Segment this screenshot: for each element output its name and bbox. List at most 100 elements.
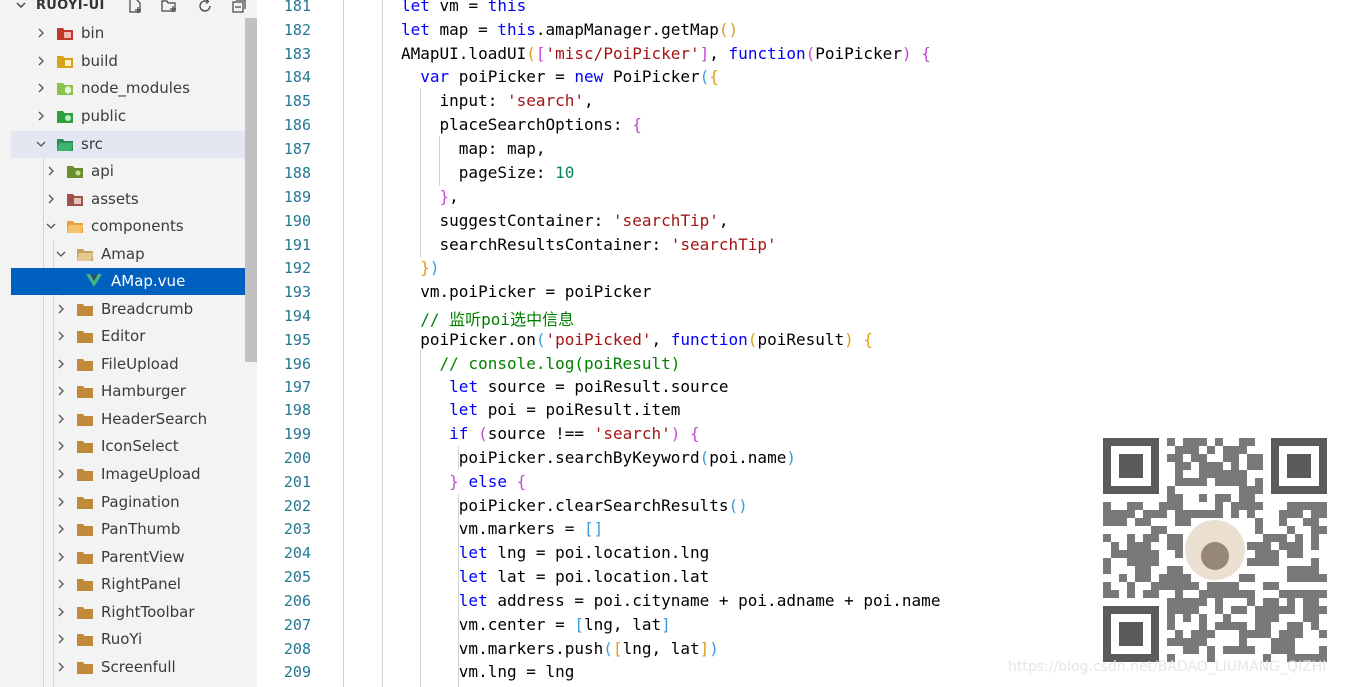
tree-item-panthumb[interactable]: PanThumb	[11, 516, 257, 543]
tree-item-bin[interactable]: bin	[11, 20, 257, 47]
tree-item-headersearch[interactable]: HeaderSearch	[11, 406, 257, 433]
tree-item-label: node_modules	[81, 79, 190, 97]
code-line[interactable]: let map = this.amapManager.getMap()	[401, 20, 738, 39]
code-line[interactable]: // console.log(poiResult)	[401, 354, 681, 373]
code-line[interactable]: searchResultsContainer: 'searchTip'	[401, 235, 777, 254]
tree-item-rightpanel[interactable]: RightPanel	[11, 571, 257, 598]
code-line[interactable]: } else {	[401, 472, 526, 491]
code-line[interactable]: vm.lng = lng	[401, 662, 575, 681]
folder-icon	[77, 634, 93, 646]
tree-item-hamburger[interactable]: Hamburger	[11, 378, 257, 405]
tree-item-imageupload[interactable]: ImageUpload	[11, 461, 257, 488]
code-line[interactable]: input: 'search',	[401, 91, 594, 110]
tree-item-label: src	[81, 135, 103, 153]
tree-item-node-modules[interactable]: node_modules	[11, 75, 257, 102]
chevron-down-icon[interactable]	[14, 0, 28, 12]
new-folder-icon[interactable]	[160, 0, 178, 15]
code-line[interactable]: },	[401, 187, 459, 206]
tree-item-label: Pagination	[101, 493, 180, 511]
explorer-sidebar: RUOYI-UI bin build node_modules public s…	[0, 0, 257, 687]
chevron-right-icon	[58, 331, 64, 341]
tree-item-amap[interactable]: Amap	[11, 241, 257, 268]
chevron-right-icon	[38, 28, 44, 38]
line-number: 209	[283, 663, 311, 681]
code-line[interactable]: })	[401, 258, 439, 277]
folder-icon	[77, 359, 93, 371]
new-file-icon[interactable]	[126, 0, 144, 15]
code-line[interactable]: if (source !== 'search') {	[401, 424, 700, 443]
code-line[interactable]: pageSize: 10	[401, 163, 575, 182]
tree-item-editor[interactable]: Editor	[11, 323, 257, 350]
code-line[interactable]: placeSearchOptions: {	[401, 115, 642, 134]
tree-item-righttoolbar[interactable]: RightToolbar	[11, 599, 257, 626]
chevron-right-icon	[58, 497, 64, 507]
line-number: 199	[283, 425, 311, 443]
chevron-right-icon	[38, 111, 44, 121]
code-line[interactable]: suggestContainer: 'searchTip',	[401, 211, 729, 230]
code-line[interactable]: let vm = this	[401, 0, 526, 15]
chevron-right-icon	[58, 634, 64, 644]
code-line[interactable]: let address = poi.cityname + poi.adname …	[401, 591, 941, 610]
explorer-header[interactable]: RUOYI-UI	[0, 0, 257, 18]
code-line[interactable]: vm.poiPicker = poiPicker	[401, 282, 651, 301]
refresh-icon[interactable]	[196, 0, 214, 15]
code-line[interactable]: vm.center = [lng, lat]	[401, 615, 671, 634]
tree-item-label: RightPanel	[101, 575, 181, 593]
line-number: 190	[283, 212, 311, 230]
tree-item-label: public	[81, 107, 127, 125]
sidebar-scrollbar[interactable]	[245, 18, 257, 362]
tree-item-amap-vue[interactable]: AMap.vue	[11, 268, 257, 295]
folder-icon	[77, 662, 93, 674]
code-line[interactable]: poiPicker.searchByKeyword(poi.name)	[401, 448, 796, 467]
folder-icon	[77, 386, 93, 398]
collapse-all-icon[interactable]	[230, 0, 248, 15]
bin-folder-icon	[57, 28, 73, 40]
tree-item-components[interactable]: components	[11, 213, 257, 240]
tree-item-label: PanThumb	[101, 520, 181, 538]
code-line[interactable]: let poi = poiResult.item	[401, 400, 680, 419]
tree-item-label: assets	[91, 190, 139, 208]
code-line[interactable]: vm.markers = []	[401, 519, 604, 538]
tree-item-src[interactable]: src	[11, 131, 257, 158]
tree-item-label: HeaderSearch	[101, 410, 208, 428]
chevron-right-icon	[58, 386, 64, 396]
code-line[interactable]: poiPicker.on('poiPicked', function(poiRe…	[401, 330, 873, 349]
build-folder-icon	[57, 56, 73, 68]
chevron-right-icon	[58, 304, 64, 314]
vue-file-icon	[86, 274, 102, 287]
tree-item-label: FileUpload	[101, 355, 179, 373]
tree-item-screenfull[interactable]: Screenfull	[11, 654, 257, 681]
line-number: 200	[283, 449, 311, 467]
code-line[interactable]: let lng = poi.location.lng	[401, 543, 709, 562]
folder-icon	[77, 552, 93, 564]
code-line[interactable]: let lat = poi.location.lat	[401, 567, 709, 586]
chevron-right-icon	[48, 166, 54, 176]
code-line[interactable]: var poiPicker = new PoiPicker({	[401, 67, 719, 86]
tree-item-fileupload[interactable]: FileUpload	[11, 351, 257, 378]
code-line[interactable]: map: map,	[401, 139, 546, 158]
line-number: 201	[283, 473, 311, 491]
tree-item-build[interactable]: build	[11, 48, 257, 75]
tree-item-iconselect[interactable]: IconSelect	[11, 433, 257, 460]
line-number: 184	[283, 68, 311, 86]
code-line[interactable]: poiPicker.clearSearchResults()	[401, 496, 748, 515]
tree-item-ruoyi[interactable]: RuoYi	[11, 626, 257, 653]
tree-item-label: AMap.vue	[111, 272, 186, 290]
line-number: 197	[283, 378, 311, 396]
tree-item-assets[interactable]: assets	[11, 186, 257, 213]
tree-item-breadcrumb[interactable]: Breadcrumb	[11, 296, 257, 323]
code-line[interactable]: // 监听poi选中信息	[401, 306, 574, 330]
folder-icon	[77, 304, 93, 316]
components-folder-icon	[67, 221, 83, 233]
code-line[interactable]: AMapUI.loadUI(['misc/PoiPicker'], functi…	[401, 44, 931, 63]
tree-item-api[interactable]: api	[11, 158, 257, 185]
code-line[interactable]: let source = poiResult.source	[401, 377, 728, 396]
code-line[interactable]: vm.markers.push([lng, lat])	[401, 639, 719, 658]
tree-item-public[interactable]: public	[11, 103, 257, 130]
line-number: 198	[283, 401, 311, 419]
line-number: 207	[283, 616, 311, 634]
node-modules-folder-icon	[57, 83, 73, 95]
tree-item-parentview[interactable]: ParentView	[11, 544, 257, 571]
tree-item-pagination[interactable]: Pagination	[11, 489, 257, 516]
tree-item-label: Screenfull	[101, 658, 176, 676]
